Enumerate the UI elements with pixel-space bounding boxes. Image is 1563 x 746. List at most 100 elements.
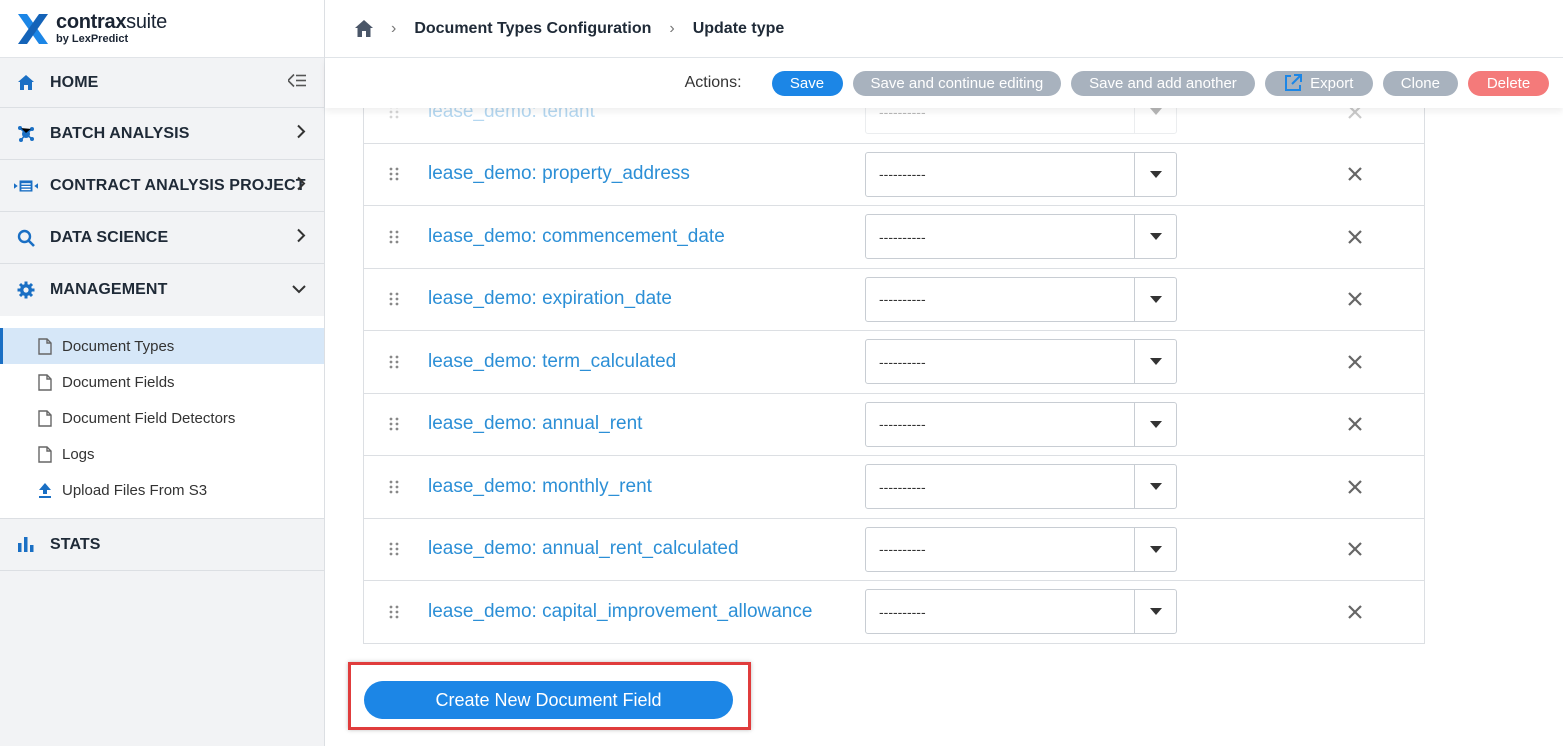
sidebar-item-batch-analysis[interactable]: BATCH ANALYSIS [0,108,324,160]
field-name-link[interactable]: lease_demo: tenant [428,108,595,123]
chevron-down-icon[interactable] [1134,108,1176,134]
delete-button[interactable]: Delete [1468,70,1549,96]
close-icon[interactable] [1347,108,1363,120]
chevron-down-icon[interactable] [1134,590,1176,634]
sidebar-item-stats[interactable]: STATS [0,519,324,571]
close-icon[interactable] [1347,229,1363,245]
drag-handle-icon[interactable] [389,355,399,369]
category-select[interactable]: ---------- [865,214,1177,260]
close-icon[interactable] [1347,416,1363,432]
chevron-right-icon [297,228,306,247]
chevron-down-icon[interactable] [1134,277,1176,321]
gear-icon [14,281,38,299]
drag-handle-icon[interactable] [389,230,399,244]
sidebar-item-document-fields[interactable]: Document Fields [0,364,324,400]
select-value: ---------- [879,478,926,495]
save-continue-button[interactable]: Save and continue editing [852,70,1062,96]
chevron-right-icon [297,176,306,195]
save-add-another-button[interactable]: Save and add another [1071,70,1255,96]
document-icon [36,337,54,355]
close-icon[interactable] [1347,541,1363,557]
field-name-link[interactable]: lease_demo: property_address [428,163,690,185]
field-name-link[interactable]: lease_demo: term_calculated [428,351,676,373]
sidebar-item-document-types[interactable]: Document Types [0,328,324,364]
category-select[interactable]: ---------- [865,276,1177,322]
save-button[interactable]: Save [771,70,843,96]
sidebar-item-label: MANAGEMENT [50,281,168,298]
chevron-down-icon[interactable] [1134,465,1176,509]
sidebar-item-label: Document Fields [62,373,175,391]
category-select[interactable]: ---------- [865,151,1177,197]
sidebar-item-label: HOME [50,73,99,91]
select-value: ---------- [879,353,926,370]
field-name-link[interactable]: lease_demo: monthly_rent [428,476,652,498]
drag-handle-icon[interactable] [389,292,399,306]
sidebar-item-data-science[interactable]: DATA SCIENCE [0,212,324,264]
main-content: lease_demo: tenant ---------- lease_demo: … [325,108,1563,746]
breadcrumb-item[interactable]: Document Types Configuration [414,20,651,38]
drag-handle-icon[interactable] [389,542,399,556]
category-select[interactable]: ---------- [865,464,1177,510]
close-icon[interactable] [1347,354,1363,370]
search-icon [14,229,38,247]
logo[interactable]: contraxsuite by LexPredict [0,0,324,58]
select-value: ---------- [879,228,926,245]
field-name-link[interactable]: lease_demo: commencement_date [428,226,725,248]
fields-table: lease_demo: tenant ---------- lease_demo: … [363,108,1425,644]
close-icon[interactable] [1347,479,1363,495]
chevron-down-icon[interactable] [1134,402,1176,446]
select-value: ---------- [879,603,926,620]
chevron-down-icon[interactable] [1134,152,1176,196]
field-name-link[interactable]: lease_demo: expiration_date [428,288,672,310]
project-icon [14,179,38,193]
sidebar-item-contract-analysis-project[interactable]: CONTRACT ANALYSIS PROJECT [0,160,324,212]
select-value: ---------- [879,541,926,558]
table-row: lease_demo: expiration_date ---------- [364,267,1424,331]
chevron-down-icon[interactable] [1134,215,1176,259]
document-icon [36,445,54,463]
category-select[interactable]: ---------- [865,589,1177,635]
field-name-link[interactable]: lease_demo: annual_rent [428,413,642,435]
field-name-link[interactable]: lease_demo: annual_rent_calculated [428,538,739,560]
sidebar: contraxsuite by LexPredict HOME BATCH AN… [0,0,325,746]
chevron-down-icon[interactable] [1134,340,1176,384]
category-select[interactable]: ---------- [865,108,1177,135]
field-name-link[interactable]: lease_demo: capital_improvement_allowanc… [428,601,812,623]
export-label: Export [1310,74,1354,92]
actions-bar: Actions: Save Save and continue editing … [325,58,1563,108]
drag-handle-icon[interactable] [389,480,399,494]
close-icon[interactable] [1347,291,1363,307]
collapse-sidebar-icon[interactable] [286,73,306,92]
drag-handle-icon[interactable] [389,167,399,181]
chevron-down-icon[interactable] [1134,527,1176,571]
close-icon[interactable] [1347,604,1363,620]
category-select[interactable]: ---------- [865,526,1177,572]
select-value: ---------- [879,166,926,183]
sidebar-item-logs[interactable]: Logs [0,436,324,472]
management-submenu: Document Types Document Fields Document … [0,316,324,519]
batch-icon [14,125,38,143]
close-icon[interactable] [1347,166,1363,182]
sidebar-item-home[interactable]: HOME [0,58,324,108]
sidebar-item-label: DATA SCIENCE [50,228,169,246]
table-row: lease_demo: monthly_rent ---------- [364,455,1424,518]
actions-label: Actions: [684,74,742,91]
upload-icon [36,482,54,498]
drag-handle-icon[interactable] [389,108,399,119]
sidebar-item-upload-files-s3[interactable]: Upload Files From S3 [0,472,324,508]
table-row: lease_demo: capital_improvement_allowanc… [364,580,1424,643]
brand-sub: by LexPredict [56,33,129,45]
sidebar-item-management[interactable]: MANAGEMENT [0,264,324,316]
drag-handle-icon[interactable] [389,417,399,431]
create-new-document-field-button[interactable]: Create New Document Field [364,681,733,719]
breadcrumb-current: Update type [692,19,785,37]
breadcrumb-home-icon[interactable] [355,20,373,37]
sidebar-item-document-field-detectors[interactable]: Document Field Detectors [0,400,324,436]
select-value: ---------- [879,416,926,433]
category-select[interactable]: ---------- [865,401,1177,447]
export-button[interactable]: Export [1264,70,1373,96]
category-select[interactable]: ---------- [865,339,1177,385]
drag-handle-icon[interactable] [389,605,399,619]
clone-button[interactable]: Clone [1382,70,1458,96]
table-row: lease_demo: tenant ---------- [364,108,1424,143]
